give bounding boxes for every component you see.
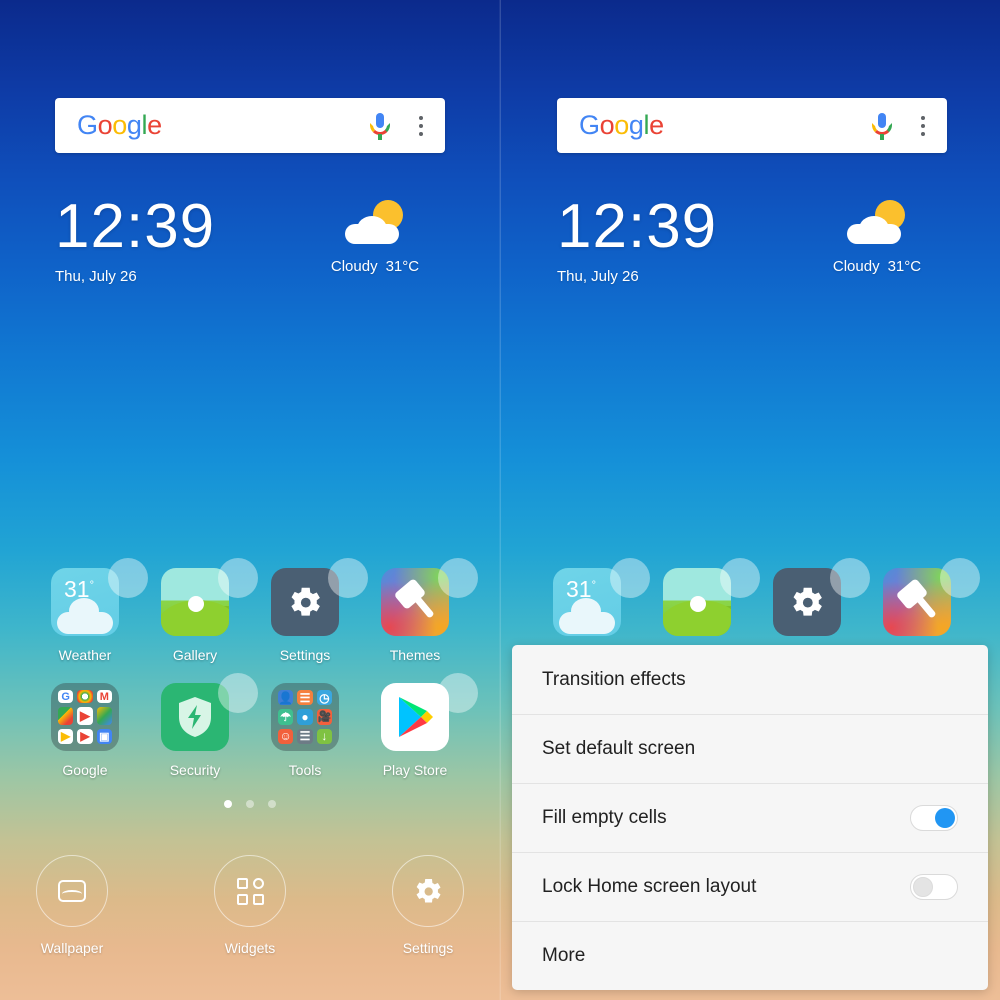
page-dot[interactable] (268, 800, 276, 808)
app-label: Security (169, 762, 221, 778)
menu-item-label: Transition effects (542, 668, 686, 690)
menu-item-set-default-screen[interactable]: Set default screen (512, 714, 988, 783)
app-label: Weather (58, 647, 112, 663)
folder-tools[interactable]: 👤 ☰ ◷ ☂ ● 🎥 ☺ ☰ ↓ Tools (250, 683, 360, 778)
app-row: G M ▶ ▶ ▶ ▣ Google Security 👤 ☰ ◷ ☂ ● 🎥 … (30, 673, 478, 778)
app-label: Play Store (382, 762, 448, 778)
google-folder-icon: G M ▶ ▶ ▶ ▣ (51, 683, 119, 751)
menu-item-label: More (542, 945, 586, 966)
dock-item-settings[interactable]: Settings (378, 855, 478, 956)
clock-weather-widget[interactable]: 12:39 Thu, July 26 Cloudy 31°C (55, 196, 445, 286)
app-grid: 31° (532, 558, 980, 636)
page-indicator[interactable] (0, 800, 500, 808)
home-settings-menu: Transition effects Set default screen Fi… (512, 645, 988, 990)
google-search-widget[interactable]: Google (557, 98, 947, 153)
google-logo: Google (579, 112, 664, 139)
google-logo-letter: e (649, 110, 664, 140)
google-logo-letter: o (599, 110, 615, 140)
weather-summary[interactable]: Cloudy 31°C (807, 200, 947, 275)
panel-divider (499, 0, 501, 1000)
menu-item-transition-effects[interactable]: Transition effects (512, 645, 988, 714)
dock-item-wallpaper[interactable]: Wallpaper (22, 855, 122, 956)
weather-condition: Cloudy (832, 258, 880, 275)
dock-item-label: Wallpaper (40, 940, 104, 956)
app-settings[interactable]: Settings (250, 558, 368, 663)
menu-item-label: Set default screen (542, 738, 696, 759)
google-logo-letter: o (112, 110, 127, 140)
app-gallery[interactable] (642, 558, 760, 636)
selection-bubble (218, 673, 258, 713)
google-logo-letter: G (77, 110, 98, 140)
app-label: Google (62, 762, 108, 778)
menu-item-more[interactable]: More (512, 921, 988, 990)
google-logo-letter: o (614, 110, 629, 140)
selection-bubble (328, 558, 368, 598)
home-screen-panel-right: Google 12:39 Thu, July 26 Cloudy 31°C 31… (500, 0, 1000, 1000)
google-logo-letter: g (628, 110, 644, 140)
google-logo-letter: o (97, 110, 113, 140)
selection-bubble (108, 558, 148, 598)
weather-temperature: 31°C (887, 258, 922, 275)
menu-item-label: Fill empty cells (542, 807, 667, 828)
app-label: Tools (288, 762, 322, 778)
app-label: Gallery (172, 647, 218, 663)
dock-item-widgets[interactable]: Widgets (200, 855, 300, 956)
google-logo-letter: g (126, 110, 142, 140)
selection-bubble (610, 558, 650, 598)
app-security[interactable]: Security (140, 673, 258, 778)
app-themes[interactable]: Themes (360, 558, 478, 663)
menu-item-lock-home-screen-layout[interactable]: Lock Home screen layout (512, 852, 988, 921)
selection-bubble (940, 558, 980, 598)
widgets-grid-icon[interactable] (214, 855, 286, 927)
lock-home-screen-layout-toggle[interactable] (910, 874, 958, 900)
google-logo-letter: e (147, 110, 162, 140)
app-gallery[interactable]: Gallery (140, 558, 258, 663)
app-row: 31° Weather Gallery Settings Themes (30, 558, 478, 663)
dock-item-label: Widgets (224, 940, 276, 956)
kebab-menu-icon[interactable] (419, 115, 423, 136)
microphone-icon[interactable] (869, 111, 895, 141)
menu-item-fill-empty-cells[interactable]: Fill empty cells (512, 783, 988, 852)
page-dot-active[interactable] (224, 800, 232, 808)
weather-temperature: 31°C (385, 258, 420, 275)
home-screen-panel-left: Google 12:39 Thu, July 26 Cloudy 31°C 31… (0, 0, 500, 1000)
google-search-widget[interactable]: Google (55, 98, 445, 153)
selection-bubble (830, 558, 870, 598)
folder-google[interactable]: G M ▶ ▶ ▶ ▣ Google (30, 683, 140, 778)
page-dot[interactable] (246, 800, 254, 808)
app-label: Themes (389, 647, 441, 663)
tools-folder-icon: 👤 ☰ ◷ ☂ ● 🎥 ☺ ☰ ↓ (271, 683, 339, 751)
selection-bubble (720, 558, 760, 598)
gear-icon[interactable] (392, 855, 464, 927)
app-weather[interactable]: 31° (532, 558, 650, 636)
app-weather[interactable]: 31° Weather (30, 558, 148, 663)
fill-empty-cells-toggle[interactable] (910, 805, 958, 831)
weather-summary[interactable]: Cloudy 31°C (305, 200, 445, 275)
microphone-icon[interactable] (367, 111, 393, 141)
app-themes[interactable] (862, 558, 980, 636)
partly-cloudy-icon (841, 200, 913, 250)
weather-condition: Cloudy (330, 258, 378, 275)
clock-weather-widget[interactable]: 12:39 Thu, July 26 Cloudy 31°C (557, 196, 947, 286)
app-grid: 31° Weather Gallery Settings Themes G M … (30, 558, 478, 778)
dock-item-label: Settings (402, 940, 454, 956)
partly-cloudy-icon (339, 200, 411, 250)
app-settings[interactable] (752, 558, 870, 636)
google-logo-letter: G (579, 110, 600, 140)
selection-bubble (218, 558, 258, 598)
selection-bubble (438, 673, 478, 713)
wallpaper-icon[interactable] (36, 855, 108, 927)
kebab-menu-icon[interactable] (921, 115, 925, 136)
app-play-store[interactable]: Play Store (360, 673, 478, 778)
menu-item-label: Lock Home screen layout (542, 876, 757, 897)
app-row: 31° (532, 558, 980, 636)
google-logo: Google (77, 112, 162, 139)
selection-bubble (438, 558, 478, 598)
app-label: Settings (279, 647, 331, 663)
home-edit-dock: Wallpaper Widgets Settings (0, 855, 500, 956)
dual-screenshot-stage: Google 12:39 Thu, July 26 Cloudy 31°C 31… (0, 0, 1000, 1000)
